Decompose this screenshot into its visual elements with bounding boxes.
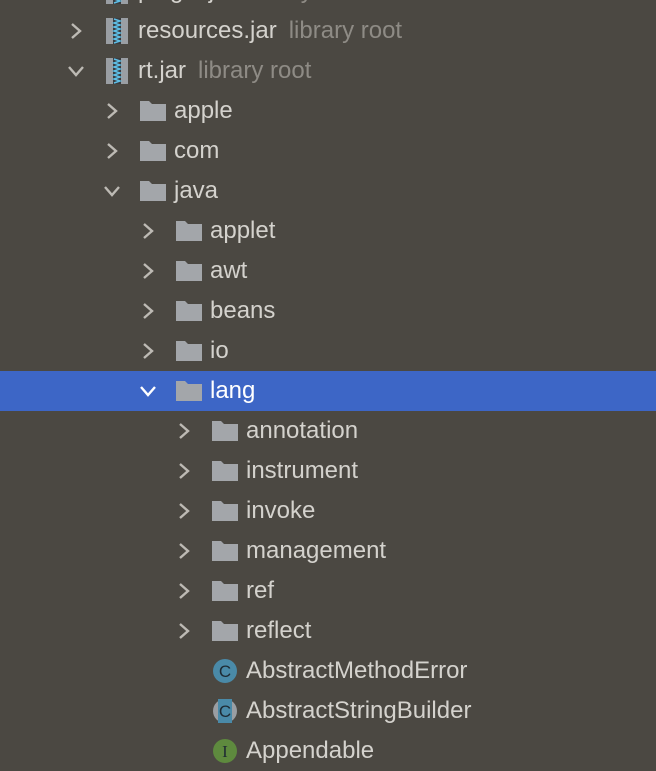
tree-item-label: resources.jar	[138, 17, 277, 44]
tree-item-label: ref	[246, 577, 275, 604]
folder-icon	[210, 459, 240, 483]
tree-item-ref[interactable]: ref	[0, 571, 656, 611]
tree-item-label: com	[174, 137, 220, 164]
tree-item-label: plugin.jar	[138, 0, 235, 5]
tree-item-resources-jar[interactable]: resources.jar library root	[0, 11, 656, 51]
tree-item-beans[interactable]: beans	[0, 291, 656, 331]
tree-item-label: io	[210, 337, 229, 364]
jar-icon	[102, 0, 132, 4]
folder-icon	[210, 419, 240, 443]
tree-item-label: annotation	[246, 417, 359, 444]
chevron-right-icon[interactable]	[138, 261, 158, 281]
library-root-hint: library root	[198, 57, 312, 84]
tree-item-abstractstringbuilder[interactable]: C AbstractStringBuilder	[0, 691, 656, 731]
tree-item-plugin-jar[interactable]: plugin.jar library root	[0, 0, 656, 11]
tree-item-java[interactable]: java	[0, 171, 656, 211]
tree-item-io[interactable]: io	[0, 331, 656, 371]
chevron-right-icon[interactable]	[174, 621, 194, 641]
tree-item-reflect[interactable]: reflect	[0, 611, 656, 651]
tree-item-label: apple	[174, 97, 233, 124]
tree-item-label: instrument	[246, 457, 359, 484]
folder-icon	[174, 219, 204, 243]
chevron-right-icon[interactable]	[174, 581, 194, 601]
icon-badge: C	[219, 702, 231, 721]
chevron-right-icon[interactable]	[102, 141, 122, 161]
tree-item-appendable[interactable]: I Appendable	[0, 731, 656, 771]
tree-item-label: java	[174, 177, 219, 204]
icon-badge: I	[222, 742, 228, 761]
icon-badge: C	[219, 662, 231, 681]
class-icon: C	[210, 659, 240, 683]
folder-icon	[174, 259, 204, 283]
chevron-right-icon[interactable]	[174, 541, 194, 561]
tree-item-label: lang	[210, 377, 256, 404]
tree-item-label: reflect	[246, 617, 312, 644]
tree-item-label: Appendable	[246, 737, 375, 764]
tree-item-invoke[interactable]: invoke	[0, 491, 656, 531]
library-root-hint: library root	[247, 0, 360, 5]
tree-item-label: invoke	[246, 497, 316, 524]
tree-item-label: awt	[210, 257, 248, 284]
chevron-down-icon[interactable]	[102, 181, 122, 201]
chevron-right-icon[interactable]	[66, 21, 86, 41]
tree-item-rt-jar[interactable]: rt.jar library root	[0, 51, 656, 91]
folder-icon	[138, 179, 168, 203]
tree-item-awt[interactable]: awt	[0, 251, 656, 291]
chevron-right-icon[interactable]	[138, 221, 158, 241]
chevron-right-icon[interactable]	[174, 501, 194, 521]
chevron-right-icon[interactable]	[138, 341, 158, 361]
folder-icon	[174, 299, 204, 323]
chevron-right-icon[interactable]	[174, 461, 194, 481]
jar-icon	[102, 18, 132, 44]
tree-item-annotation[interactable]: annotation	[0, 411, 656, 451]
folder-icon	[210, 579, 240, 603]
tree-item-management[interactable]: management	[0, 531, 656, 571]
library-root-hint: library root	[288, 17, 403, 44]
chevron-right-icon[interactable]	[66, 0, 86, 1]
tree-item-lang[interactable]: lang	[0, 371, 656, 411]
chevron-down-icon[interactable]	[66, 61, 86, 81]
folder-icon	[210, 499, 240, 523]
jar-icon	[102, 58, 132, 84]
tree-item-apple[interactable]: apple	[0, 91, 656, 131]
tree-item-applet[interactable]: applet	[0, 211, 656, 251]
tree-item-label: AbstractMethodError	[246, 657, 468, 684]
chevron-down-icon[interactable]	[138, 381, 158, 401]
folder-icon	[210, 539, 240, 563]
tree-item-label: AbstractStringBuilder	[246, 697, 472, 724]
project-tree: plugin.jar library root resources.jar libra…	[0, 0, 656, 771]
chevron-right-icon[interactable]	[102, 101, 122, 121]
abstract-class-icon: C	[210, 699, 240, 723]
folder-icon	[138, 99, 168, 123]
folder-icon	[174, 339, 204, 363]
tree-item-label: applet	[210, 217, 276, 244]
tree-item-label: beans	[210, 297, 276, 324]
tree-item-instrument[interactable]: instrument	[0, 451, 656, 491]
interface-icon: I	[210, 739, 240, 763]
tree-item-com[interactable]: com	[0, 131, 656, 171]
folder-icon	[210, 619, 240, 643]
tree-item-label: management	[246, 537, 387, 564]
tree-item-abstractmethoderror[interactable]: C AbstractMethodError	[0, 651, 656, 691]
chevron-right-icon[interactable]	[138, 301, 158, 321]
tree-item-label: rt.jar	[138, 57, 186, 84]
folder-icon	[138, 139, 168, 163]
chevron-right-icon[interactable]	[174, 421, 194, 441]
folder-icon	[174, 379, 204, 403]
